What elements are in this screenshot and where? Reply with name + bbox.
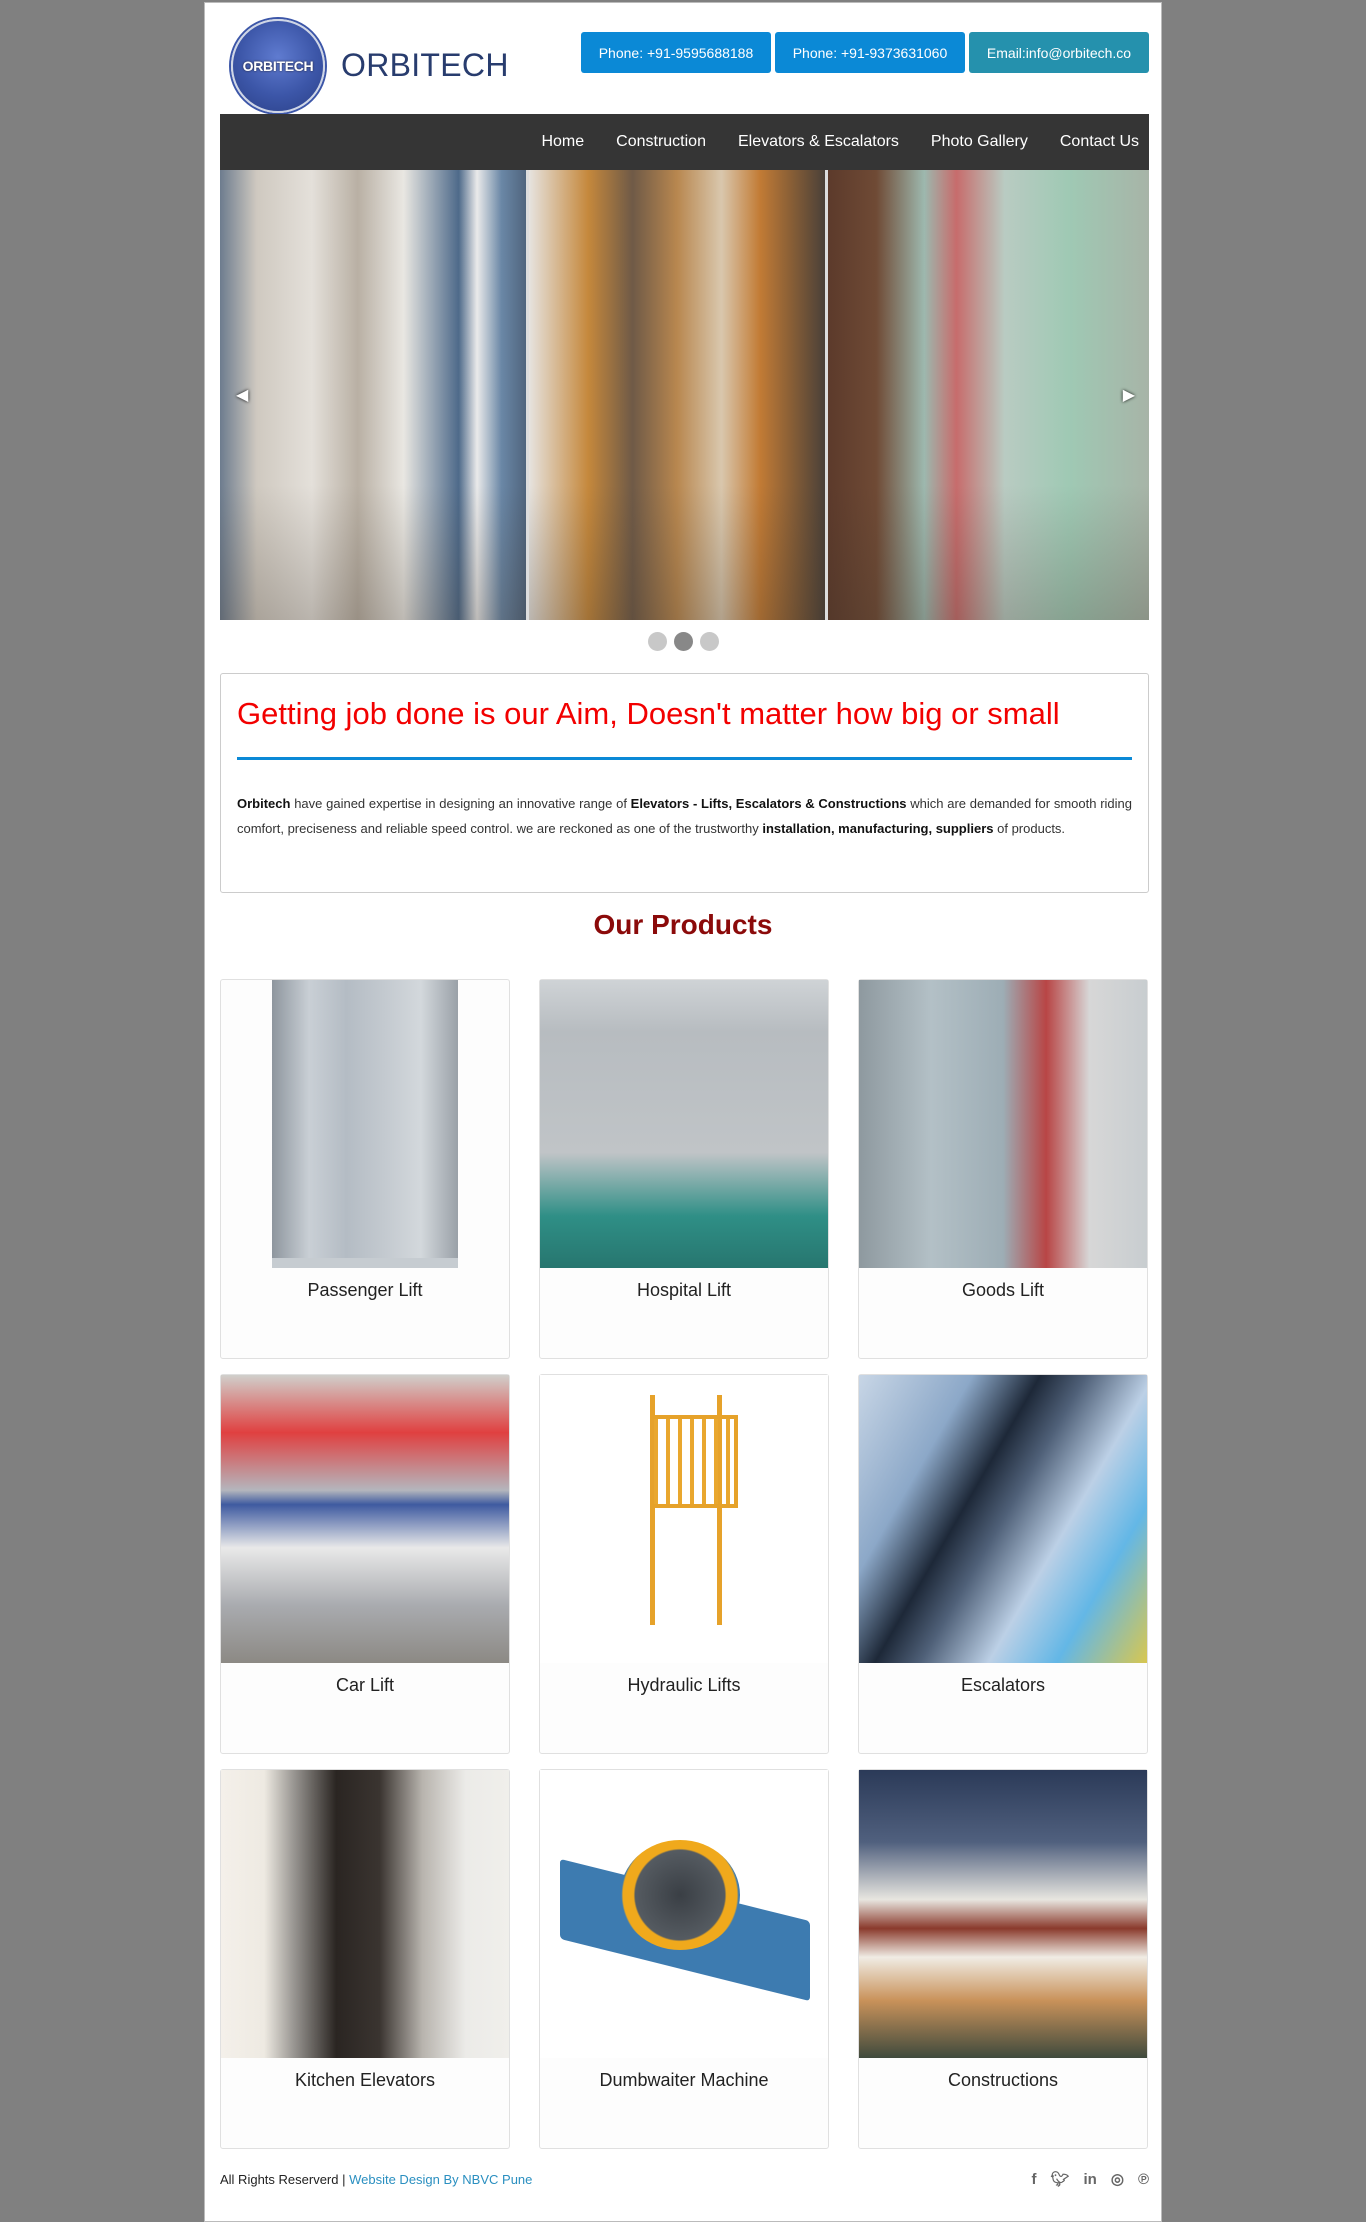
- slider-dot-1[interactable]: [647, 632, 667, 651]
- slider-dot-3[interactable]: [699, 632, 719, 651]
- product-image: [859, 980, 1147, 1268]
- product-name: Car Lift: [335, 1675, 395, 1695]
- footer: All Rights Reserverd | Website Design By…: [220, 2169, 1149, 2189]
- twitter-icon[interactable]: 🐦︎: [1050, 2170, 1069, 2188]
- product-image: [540, 980, 828, 1268]
- product-card-constructions[interactable]: Constructions: [858, 1769, 1148, 2149]
- slider-prev-arrow-icon[interactable]: ◀: [236, 385, 248, 405]
- product-name: Constructions: [947, 2070, 1059, 2090]
- product-name: Escalators: [960, 1675, 1046, 1695]
- nav-elevators-escalators[interactable]: Elevators & Escalators: [738, 133, 899, 151]
- slider-next-arrow-icon[interactable]: ▶: [1123, 385, 1135, 405]
- nav-home[interactable]: Home: [541, 133, 584, 151]
- orbitech-logo[interactable]: ORBITECH: [231, 19, 325, 113]
- linkedin-icon[interactable]: in: [1084, 2171, 1097, 2188]
- intro-text-1: have gained expertise in designing an in…: [290, 796, 631, 811]
- intro-heading: Getting job done is our Aim, Doesn't mat…: [237, 696, 1060, 731]
- instagram-icon[interactable]: ◎: [1111, 2170, 1124, 2188]
- product-card-goods-lift[interactable]: Goods Lift: [858, 979, 1148, 1359]
- products-heading: Our Products: [593, 909, 773, 940]
- product-card-passenger-lift[interactable]: Passenger Lift: [220, 979, 510, 1359]
- product-name: Kitchen Elevators: [294, 2070, 436, 2090]
- intro-strong-products: Elevators - Lifts, Escalators & Construc…: [630, 796, 907, 811]
- page-container: ORBITECH ORBITECH Phone: +91-9595688188 …: [204, 2, 1162, 2222]
- product-name: Dumbwaiter Machine: [599, 2070, 769, 2090]
- product-image: [221, 980, 509, 1268]
- product-name: Hydraulic Lifts: [627, 1675, 741, 1695]
- image-slider: ◀ ▶: [220, 170, 1149, 620]
- intro-paragraph: Orbitech have gained expertise in design…: [237, 791, 1132, 841]
- nav-photo-gallery[interactable]: Photo Gallery: [931, 133, 1028, 151]
- logo-text: ORBITECH: [242, 58, 314, 74]
- pinterest-icon[interactable]: ℗: [1138, 2171, 1149, 2188]
- product-card-dumbwaiter-machine[interactable]: Dumbwaiter Machine: [539, 1769, 829, 2149]
- rights-text: All Rights Reserverd |: [220, 2171, 350, 2187]
- product-image: [540, 1375, 828, 1663]
- slide-elevator-interior: [220, 170, 526, 620]
- product-image: [221, 1770, 509, 2058]
- nav-construction[interactable]: Construction: [616, 133, 706, 151]
- footer-copyright: All Rights Reserverd | Website Design By…: [220, 2172, 532, 2187]
- email-button[interactable]: Email:info@orbitech.co: [969, 32, 1149, 73]
- intro-box: Getting job done is our Aim, Doesn't mat…: [220, 673, 1149, 893]
- product-image: [859, 1375, 1147, 1663]
- product-image: [859, 1770, 1147, 2058]
- product-image: [221, 1375, 509, 1663]
- nav-contact-us[interactable]: Contact Us: [1060, 133, 1139, 151]
- social-links: f 🐦︎ in ◎ ℗: [1031, 2170, 1149, 2189]
- product-card-escalators[interactable]: Escalators: [858, 1374, 1148, 1754]
- main-navbar: Home Construction Elevators & Escalators…: [220, 114, 1149, 170]
- facebook-icon[interactable]: f: [1031, 2171, 1036, 2188]
- designer-credit-link[interactable]: Website Design By NBVC Pune: [349, 2172, 532, 2187]
- slider-dots: [205, 632, 1161, 651]
- phone-button-2[interactable]: Phone: +91-9373631060: [775, 32, 965, 73]
- product-image: [540, 1770, 828, 2058]
- intro-text-3: of products.: [993, 821, 1066, 836]
- intro-strong-services: installation, manufacturing, suppliers: [762, 821, 994, 836]
- brand-name: ORBITECH: [341, 47, 509, 83]
- product-name: Hospital Lift: [636, 1280, 732, 1300]
- product-name: Goods Lift: [961, 1280, 1045, 1300]
- phone-button-1[interactable]: Phone: +91-9595688188: [581, 32, 771, 73]
- product-card-car-lift[interactable]: Car Lift: [220, 1374, 510, 1754]
- product-card-kitchen-elevators[interactable]: Kitchen Elevators: [220, 1769, 510, 2149]
- slide-wooden-glass-lift: [529, 170, 825, 620]
- product-card-hospital-lift[interactable]: Hospital Lift: [539, 979, 829, 1359]
- slider-dot-2[interactable]: [673, 632, 693, 651]
- product-card-hydraulic-lifts[interactable]: Hydraulic Lifts: [539, 1374, 829, 1754]
- intro-divider: [237, 757, 1132, 760]
- product-name: Passenger Lift: [307, 1280, 423, 1300]
- intro-strong-orbitech: Orbitech: [237, 796, 291, 811]
- slide-home-lift-bedroom: [828, 170, 1149, 620]
